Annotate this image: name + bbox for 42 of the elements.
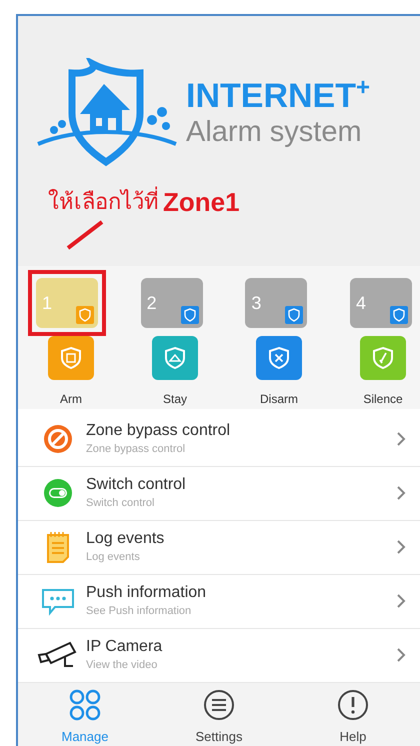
chevron-icon — [396, 539, 406, 555]
menu-title: Switch control — [86, 475, 187, 495]
annotation-target: Zone1 — [163, 188, 240, 216]
camera-icon — [37, 640, 79, 670]
chevron-icon — [396, 485, 406, 501]
action-button[interactable]: Silence — [350, 336, 416, 408]
menu-subtitle: Log events — [86, 550, 141, 565]
chevron-icon — [396, 431, 406, 447]
menu-subtitle: Switch control — [86, 496, 156, 511]
grid-icon — [68, 688, 102, 720]
nav-tab[interactable]: Settings — [174, 688, 264, 746]
brand-title: INTERNET$^{+}$ — [186, 77, 370, 115]
action-button[interactable]: Stay — [142, 336, 208, 408]
prohibited-icon — [43, 424, 73, 454]
annotation-text: ให้เลือกไว้ที่ — [48, 188, 159, 216]
toggle-icon — [43, 478, 73, 508]
brand-subtitle: Alarm system — [186, 115, 363, 149]
menu-title: IP Camera — [86, 637, 164, 657]
shield-icon — [390, 306, 408, 324]
chat-bubble-icon — [41, 586, 75, 616]
nav-tab[interactable]: Help — [308, 688, 398, 746]
notepad-icon — [45, 531, 71, 563]
info-icon — [337, 688, 369, 720]
menu-subtitle: View the video — [86, 658, 158, 673]
menu-title: Zone bypass control — [86, 421, 232, 441]
action-button[interactable]: Disarm — [246, 336, 312, 408]
action-button[interactable]: Arm — [38, 336, 104, 408]
shield-icon — [285, 306, 304, 324]
menu-icon — [203, 688, 235, 720]
annotation-line — [66, 220, 106, 250]
menu-title: Push information — [86, 583, 208, 603]
chevron-icon — [396, 593, 406, 609]
menu-row[interactable]: Zone bypass control Zone bypass control — [18, 412, 420, 466]
menu-title: Log events — [86, 529, 166, 549]
menu-row[interactable]: Log events Log events — [18, 520, 420, 574]
menu-row[interactable]: Push information See Push information — [18, 574, 420, 628]
shield-icon — [76, 306, 94, 324]
menu-row[interactable]: Switch control Switch control — [18, 466, 420, 520]
menu-subtitle: Zone bypass control — [86, 442, 186, 457]
menu-subtitle: See Push information — [86, 604, 192, 619]
chevron-icon — [396, 647, 406, 663]
shield-icon — [180, 306, 199, 324]
